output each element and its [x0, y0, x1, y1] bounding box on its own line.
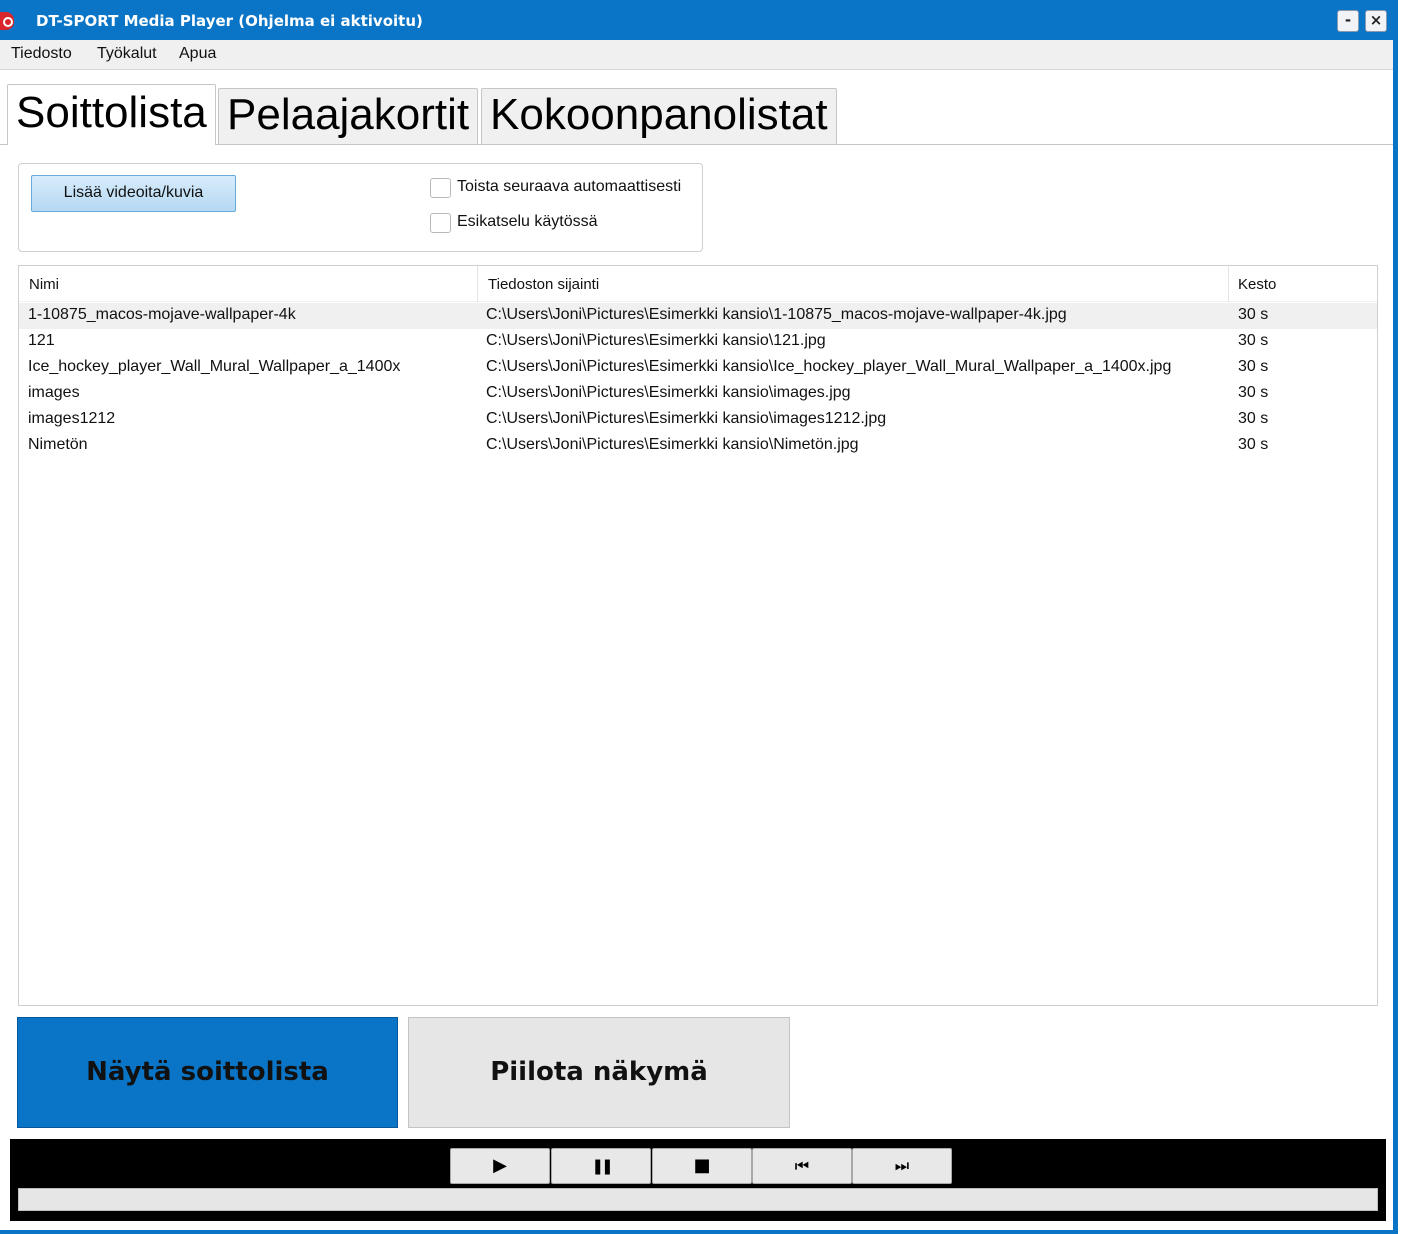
- previous-button[interactable]: ⏮: [752, 1148, 852, 1184]
- playback-control-bar: ▶ ❚❚ ■ ⏮ ⏭: [10, 1139, 1386, 1221]
- cell-duration: 30 s: [1238, 358, 1269, 375]
- table-row[interactable]: images1212 C:\Users\Joni\Pictures\Esimer…: [19, 407, 1377, 433]
- tab-kokoonpanolistat[interactable]: Kokoonpanolistat: [481, 88, 837, 144]
- cell-duration: 30 s: [1238, 384, 1269, 401]
- cell-duration: 30 s: [1238, 306, 1269, 323]
- column-header-path[interactable]: Tiedoston sijainti: [488, 276, 599, 293]
- cell-duration: 30 s: [1238, 436, 1269, 453]
- cell-path: C:\Users\Joni\Pictures\Esimerkki kansio\…: [486, 384, 851, 401]
- table-row[interactable]: 121 C:\Users\Joni\Pictures\Esimerkki kan…: [19, 329, 1377, 355]
- skip-previous-icon: ⏮: [794, 1156, 810, 1175]
- column-separator[interactable]: [1228, 266, 1229, 302]
- menu-bar: Tiedosto Työkalut Apua: [0, 40, 1393, 70]
- window-title: DT-SPORT Media Player (Ohjelma ei aktivo…: [36, 12, 423, 30]
- cell-path: C:\Users\Joni\Pictures\Esimerkki kansio\…: [486, 332, 826, 349]
- minimize-button[interactable]: -: [1337, 10, 1359, 32]
- add-media-button[interactable]: Lisää videoita/kuvia: [31, 175, 236, 212]
- menu-tyokalut[interactable]: Työkalut: [97, 45, 157, 63]
- close-button[interactable]: ×: [1365, 10, 1387, 32]
- cell-duration: 30 s: [1238, 410, 1269, 427]
- stop-icon: ■: [693, 1155, 711, 1176]
- stop-button[interactable]: ■: [652, 1148, 752, 1184]
- cell-name: images: [28, 384, 80, 401]
- pause-icon: ❚❚: [591, 1157, 613, 1175]
- play-button[interactable]: ▶: [450, 1148, 550, 1184]
- skip-next-icon: ⏭: [894, 1156, 910, 1175]
- autoplay-label: Toista seuraava automaattisesti: [457, 178, 682, 195]
- preview-label: Esikatselu käytössä: [457, 213, 598, 230]
- play-icon: ▶: [493, 1155, 507, 1176]
- playback-progress-bar[interactable]: [18, 1188, 1378, 1211]
- cell-name: Nimetön: [28, 436, 88, 453]
- cell-path: C:\Users\Joni\Pictures\Esimerkki kansio\…: [486, 410, 887, 427]
- preview-checkbox[interactable]: [430, 213, 451, 233]
- menu-tiedosto[interactable]: Tiedosto: [11, 45, 72, 63]
- tab-pelaajakortit[interactable]: Pelaajakortit: [218, 88, 479, 144]
- table-row[interactable]: Nimetön C:\Users\Joni\Pictures\Esimerkki…: [19, 433, 1377, 459]
- cell-path: C:\Users\Joni\Pictures\Esimerkki kansio\…: [486, 306, 1067, 323]
- autoplay-checkbox[interactable]: [430, 178, 451, 198]
- cell-duration: 30 s: [1238, 332, 1269, 349]
- column-header-name[interactable]: Nimi: [29, 276, 59, 293]
- cell-name: 1-10875_macos-mojave-wallpaper-4k: [28, 306, 296, 323]
- table-header: Nimi Tiedoston sijainti Kesto: [19, 266, 1377, 302]
- hide-view-button[interactable]: Piilota näkymä: [408, 1017, 790, 1128]
- title-bar[interactable]: DT-SPORT Media Player (Ohjelma ei aktivo…: [0, 8, 1398, 40]
- column-separator[interactable]: [477, 266, 478, 302]
- table-row[interactable]: Ice_hockey_player_Wall_Mural_Wallpaper_a…: [19, 355, 1377, 381]
- app-logo-icon: [0, 12, 14, 30]
- playlist-table[interactable]: Nimi Tiedoston sijainti Kesto 1-10875_ma…: [18, 265, 1378, 1006]
- cell-name: 121: [28, 332, 55, 349]
- show-playlist-button[interactable]: Näytä soittolista: [17, 1017, 398, 1128]
- pause-button[interactable]: ❚❚: [551, 1148, 651, 1184]
- app-window: DT-SPORT Media Player (Ohjelma ei aktivo…: [0, 0, 1398, 1234]
- table-row[interactable]: 1-10875_macos-mojave-wallpaper-4k C:\Use…: [19, 303, 1377, 329]
- next-button[interactable]: ⏭: [852, 1148, 952, 1184]
- cell-path: C:\Users\Joni\Pictures\Esimerkki kansio\…: [486, 436, 859, 453]
- column-header-duration[interactable]: Kesto: [1238, 276, 1276, 293]
- cell-name: Ice_hockey_player_Wall_Mural_Wallpaper_a…: [28, 358, 401, 375]
- menu-apua[interactable]: Apua: [179, 45, 216, 63]
- tab-bar: Soittolista Pelaajakortit Kokoonpanolist…: [0, 84, 1393, 145]
- cell-name: images1212: [28, 410, 116, 427]
- table-row[interactable]: images C:\Users\Joni\Pictures\Esimerkki …: [19, 381, 1377, 407]
- cell-path: C:\Users\Joni\Pictures\Esimerkki kansio\…: [486, 358, 1172, 375]
- main-content: Tiedosto Työkalut Apua Soittolista Pelaa…: [0, 40, 1393, 1230]
- tab-soittolista[interactable]: Soittolista: [7, 84, 216, 145]
